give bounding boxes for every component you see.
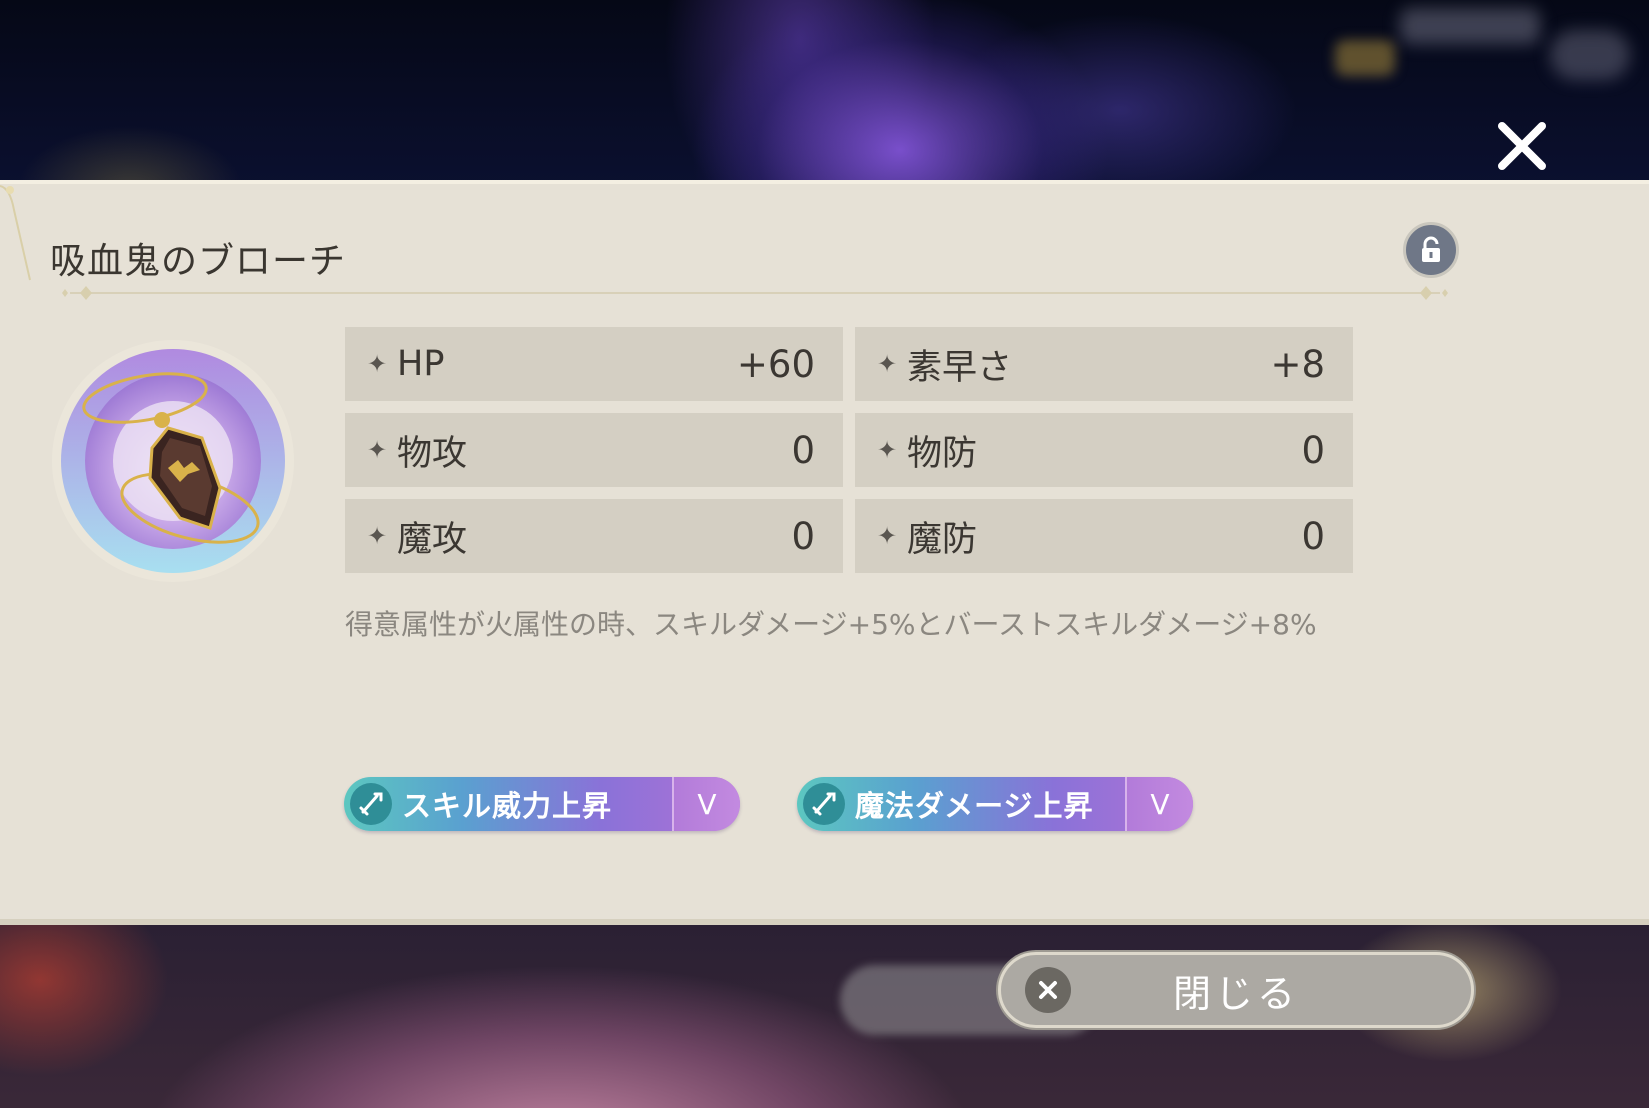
close-x-button[interactable] bbox=[1488, 112, 1556, 180]
stat-value: 0 bbox=[1301, 514, 1325, 558]
item-description: 得意属性が火属性の時、スキルダメージ+5%とバーストスキルダメージ+8% bbox=[345, 608, 1317, 641]
stat-speed: ✦ 素早さ +8 bbox=[855, 327, 1353, 401]
sword-icon bbox=[350, 783, 392, 825]
star-icon: ✦ bbox=[877, 522, 898, 550]
stat-value: 0 bbox=[1301, 428, 1325, 472]
stat-hp: ✦ HP +60 bbox=[345, 327, 843, 401]
skill-label: 魔法ダメージ上昇 bbox=[855, 789, 1094, 823]
star-icon: ✦ bbox=[367, 436, 388, 464]
star-icon: ✦ bbox=[367, 522, 388, 550]
stat-physical-attack: ✦ 物攻 0 bbox=[345, 413, 843, 487]
star-icon: ✦ bbox=[877, 350, 898, 378]
sword-icon bbox=[803, 783, 845, 825]
stat-value: +8 bbox=[1270, 342, 1325, 386]
stat-label: 素早さ bbox=[907, 347, 1013, 388]
close-button[interactable]: 閉じる bbox=[998, 952, 1474, 1028]
stat-value: 0 bbox=[791, 514, 815, 558]
stat-label: 魔防 bbox=[907, 519, 978, 560]
background-hud-blur bbox=[1335, 40, 1395, 76]
stat-magic-attack: ✦ 魔攻 0 bbox=[345, 499, 843, 573]
screen: 吸血鬼のブローチ ✦ HP +60 ✦ 物攻 0 ✦ 魔攻 0 ✦ 素早さ +8… bbox=[0, 0, 1649, 1108]
skill-rank: V bbox=[1125, 777, 1193, 831]
stat-value: +60 bbox=[736, 342, 815, 386]
skill-label: スキル威力上昇 bbox=[402, 789, 613, 823]
close-icon bbox=[1498, 122, 1546, 170]
background-hud-blur bbox=[1400, 8, 1540, 44]
skill-badge-magic-damage[interactable]: 魔法ダメージ上昇 V bbox=[797, 777, 1193, 831]
stat-magic-defense: ✦ 魔防 0 bbox=[855, 499, 1353, 573]
stat-label: 魔攻 bbox=[397, 519, 468, 560]
close-button-label: 閉じる bbox=[1172, 971, 1299, 1016]
title-divider bbox=[62, 286, 1448, 300]
background-hud-blur bbox=[1550, 30, 1630, 80]
stat-label: 物攻 bbox=[397, 433, 468, 474]
unlock-icon bbox=[1422, 236, 1440, 262]
stat-value: 0 bbox=[791, 428, 815, 472]
close-icon bbox=[1025, 967, 1071, 1013]
star-icon: ✦ bbox=[367, 350, 388, 378]
vampire-coffin-brooch-icon bbox=[52, 340, 294, 582]
stat-label: 物防 bbox=[907, 433, 978, 474]
item-name: 吸血鬼のブローチ bbox=[50, 241, 347, 282]
skill-rank: V bbox=[672, 777, 740, 831]
stat-label: HP bbox=[397, 344, 445, 384]
lock-button[interactable] bbox=[1403, 222, 1459, 278]
star-icon: ✦ bbox=[877, 436, 898, 464]
skill-badge-skill-power[interactable]: スキル威力上昇 V bbox=[344, 777, 740, 831]
stat-physical-defense: ✦ 物防 0 bbox=[855, 413, 1353, 487]
